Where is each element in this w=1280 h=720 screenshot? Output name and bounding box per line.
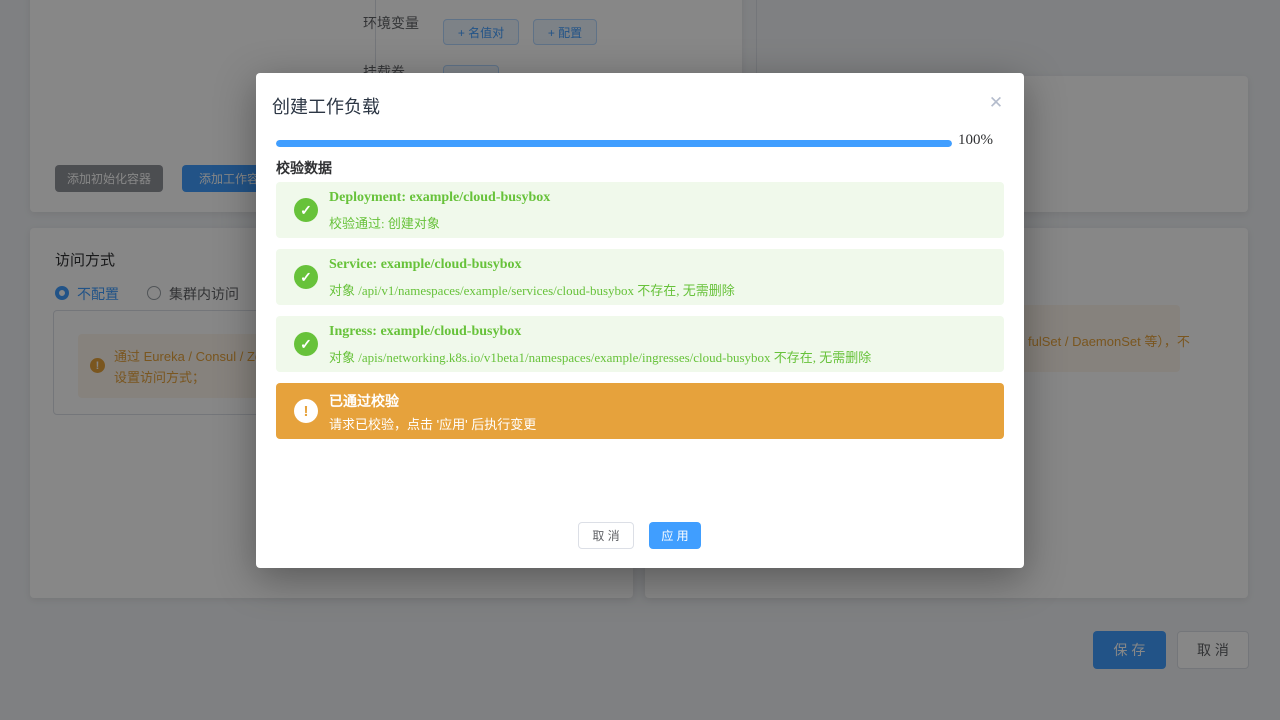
validation-row-deployment: ✓ Deployment: example/cloud-busybox 校验通过…	[276, 182, 1004, 238]
validate-data-header: 校验数据	[276, 158, 332, 178]
success-check-icon: ✓	[294, 198, 318, 222]
validation-row-detail: 对象 /api/v1/namespaces/example/services/c…	[329, 280, 735, 299]
validation-row-ingress: ✓ Ingress: example/cloud-busybox 对象 /api…	[276, 316, 1004, 372]
dialog-cancel-button[interactable]: 取 消	[578, 522, 634, 549]
validation-row-title: Deployment: example/cloud-busybox	[329, 190, 550, 206]
validation-row-detail: 对象 /apis/networking.k8s.io/v1beta1/names…	[329, 347, 871, 366]
validation-row-detail: 校验通过: 创建对象	[329, 213, 440, 232]
progress-percent-label: 100%	[958, 132, 993, 149]
close-icon[interactable]: ✕	[986, 93, 1006, 113]
success-check-icon: ✓	[294, 265, 318, 289]
validation-row-title: Ingress: example/cloud-busybox	[329, 324, 521, 340]
exclamation-icon: !	[294, 399, 318, 423]
validation-row-detail: 请求已校验，点击 '应用' 后执行变更	[329, 414, 536, 433]
validation-row-service: ✓ Service: example/cloud-busybox 对象 /api…	[276, 249, 1004, 305]
dialog-apply-button[interactable]: 应 用	[649, 522, 701, 549]
validation-row-title: 已通过校验	[329, 391, 399, 411]
validation-passed-banner: ! 已通过校验 请求已校验，点击 '应用' 后执行变更	[276, 383, 1004, 439]
success-check-icon: ✓	[294, 332, 318, 356]
progress-bar	[276, 140, 952, 147]
progress-bar-fill	[276, 140, 952, 147]
create-workload-dialog: 创建工作负载 ✕ 100% 校验数据 ✓ Deployment: example…	[256, 73, 1024, 568]
validation-row-title: Service: example/cloud-busybox	[329, 257, 522, 273]
dialog-title: 创建工作负载	[272, 93, 380, 119]
